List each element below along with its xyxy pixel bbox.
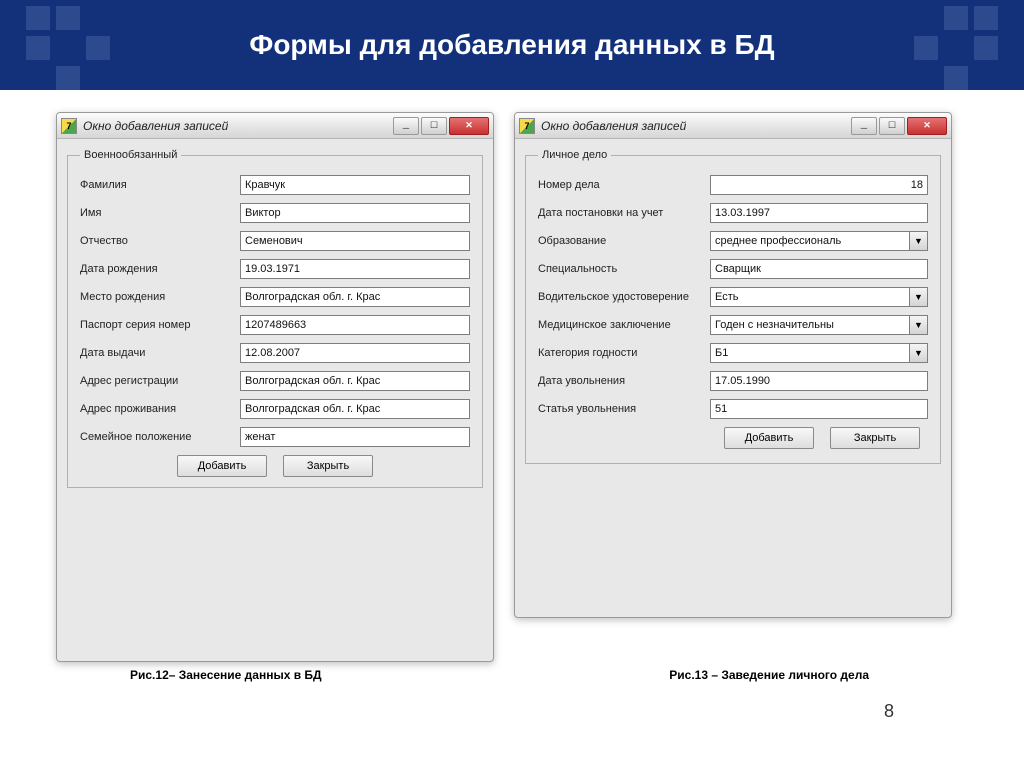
slide-title: Формы для добавления данных в БД [249,29,774,61]
license-input[interactable] [710,287,910,307]
reg-addr-input[interactable] [240,371,470,391]
window-add-record-1: 7 Окно добавления записей Военнообязанны… [56,112,494,662]
dob-label: Дата рождения [80,263,240,275]
discharge-art-input[interactable] [710,399,928,419]
dropdown-arrow-icon[interactable]: ▼ [910,231,928,251]
education-input[interactable] [710,231,910,251]
passport-label: Паспорт серия номер [80,319,240,331]
close-button[interactable] [907,117,947,135]
live-addr-input[interactable] [240,399,470,419]
patronymic-input[interactable] [240,231,470,251]
specialty-label: Специальность [538,263,710,275]
discharge-date-label: Дата увольнения [538,375,710,387]
birthplace-input[interactable] [240,287,470,307]
minimize-button[interactable] [851,117,877,135]
license-label: Водительское удостоверение [538,291,710,303]
add-button[interactable]: Добавить [177,455,267,477]
decoration-right [914,6,998,90]
reg-addr-label: Адрес регистрации [80,375,240,387]
slide-content: 7 Окно добавления записей Военнообязанны… [0,90,1024,738]
app-icon: 7 [519,118,535,134]
reg-date-input[interactable] [710,203,928,223]
medical-label: Медицинское заключение [538,319,710,331]
category-input[interactable] [710,343,910,363]
close-form-button[interactable]: Закрыть [283,455,373,477]
case-no-input[interactable] [710,175,928,195]
license-combobox[interactable]: ▼ [710,287,928,307]
medical-input[interactable] [710,315,910,335]
education-combobox[interactable]: ▼ [710,231,928,251]
specialty-input[interactable] [710,259,928,279]
maximize-button[interactable] [879,117,905,135]
dropdown-arrow-icon[interactable]: ▼ [910,315,928,335]
passport-input[interactable] [240,315,470,335]
discharge-art-label: Статья увольнения [538,403,710,415]
group-legend: Личное дело [538,149,611,161]
discharge-date-input[interactable] [710,371,928,391]
dropdown-arrow-icon[interactable]: ▼ [910,343,928,363]
slide-header: Формы для добавления данных в БД [0,0,1024,90]
case-no-label: Номер дела [538,179,710,191]
maximize-button[interactable] [421,117,447,135]
category-combobox[interactable]: ▼ [710,343,928,363]
category-label: Категория годности [538,347,710,359]
window-add-record-2: 7 Окно добавления записей Личное дело Но… [514,112,952,618]
patronymic-label: Отчество [80,235,240,247]
medical-combobox[interactable]: ▼ [710,315,928,335]
name-input[interactable] [240,203,470,223]
titlebar[interactable]: 7 Окно добавления записей [515,113,951,139]
figure-caption-2: Рис.13 – Заведение личного дела [669,668,869,682]
decoration-left [26,6,110,90]
name-label: Имя [80,207,240,219]
window-title: Окно добавления записей [83,119,393,133]
issue-date-label: Дата выдачи [80,347,240,359]
marital-input[interactable] [240,427,470,447]
page-number: 8 [884,701,894,722]
groupbox-personal-file: Личное дело Номер дела Дата постановки н… [525,149,941,464]
minimize-button[interactable] [393,117,419,135]
titlebar[interactable]: 7 Окно добавления записей [57,113,493,139]
live-addr-label: Адрес проживания [80,403,240,415]
dob-input[interactable] [240,259,470,279]
issue-date-input[interactable] [240,343,470,363]
marital-label: Семейное положение [80,431,240,443]
figure-caption-1: Рис.12– Занесение данных в БД [130,668,322,682]
close-form-button[interactable]: Закрыть [830,427,920,449]
add-button[interactable]: Добавить [724,427,814,449]
close-button[interactable] [449,117,489,135]
reg-date-label: Дата постановки на учет [538,207,710,219]
birthplace-label: Место рождения [80,291,240,303]
groupbox-conscript: Военнообязанный Фамилия Имя Отчество Дат… [67,149,483,488]
app-icon: 7 [61,118,77,134]
dropdown-arrow-icon[interactable]: ▼ [910,287,928,307]
group-legend: Военнообязанный [80,149,181,161]
surname-label: Фамилия [80,179,240,191]
window-title: Окно добавления записей [541,119,851,133]
surname-input[interactable] [240,175,470,195]
education-label: Образование [538,235,710,247]
